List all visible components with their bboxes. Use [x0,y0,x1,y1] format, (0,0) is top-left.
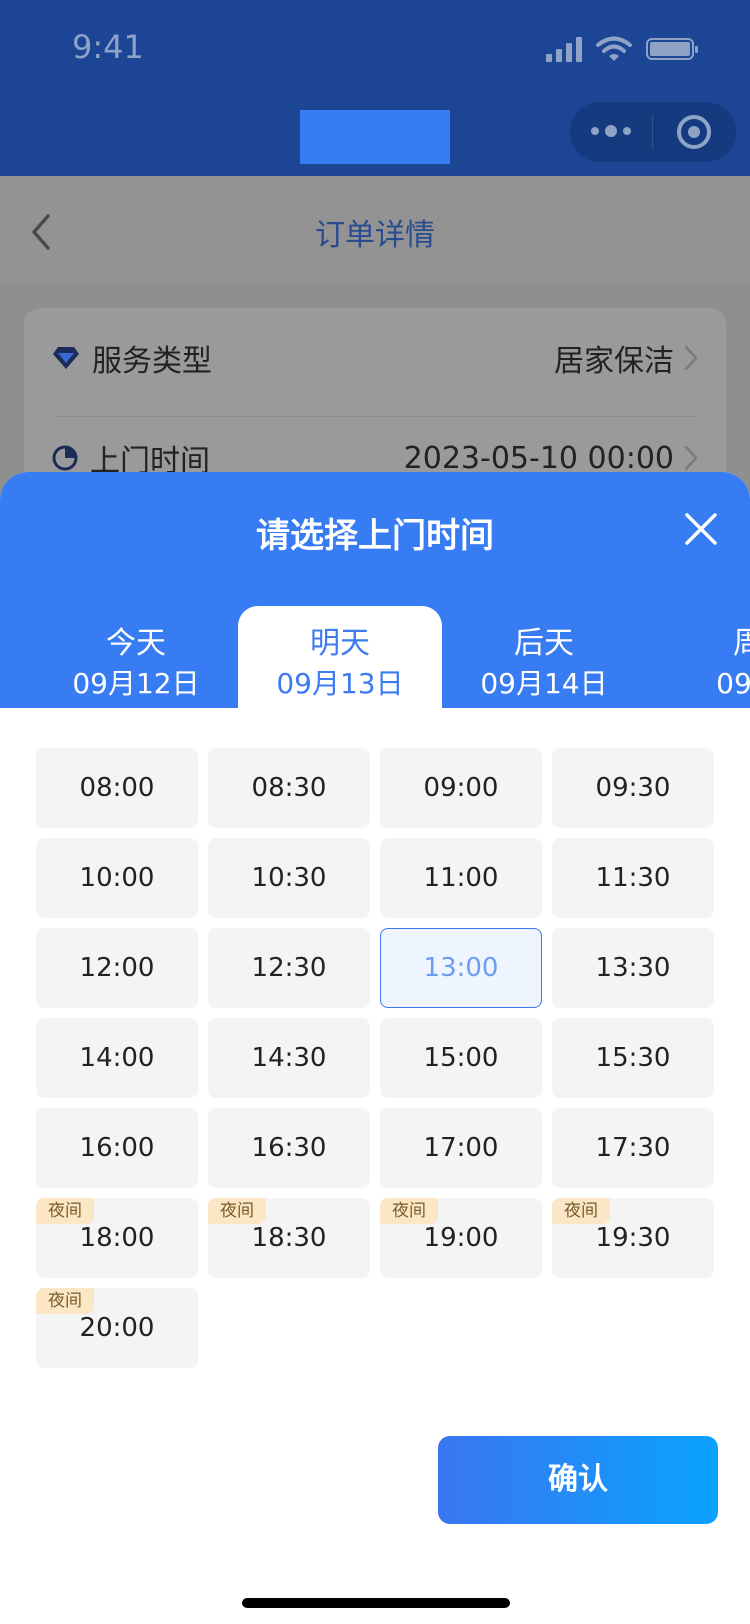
time-slot-label: 19:30 [595,1223,671,1253]
time-slot-label: 13:30 [595,953,671,983]
sheet-header: 请选择上门时间 今天 09月12日 明天 09月13日 后天 09月14日 周 … [0,472,750,708]
clock-icon [52,445,78,471]
time-slot[interactable]: 16:30 [208,1108,370,1188]
time-slot-label: 18:30 [251,1223,327,1253]
diamond-icon [53,347,79,369]
battery-icon [646,38,698,60]
night-tag: 夜间 [380,1198,438,1224]
tab-weekday[interactable]: 周 09月 [646,606,750,708]
tab-day-name: 明天 [310,626,370,661]
time-slot[interactable]: 12:00 [36,928,198,1008]
day-tabs: 今天 09月12日 明天 09月13日 后天 09月14日 周 09月 [0,606,750,708]
status-bar: 9:41 [0,0,750,176]
time-picker-sheet: 请选择上门时间 今天 09月12日 明天 09月13日 后天 09月14日 周 … [0,472,750,1624]
time-slot[interactable]: 10:00 [36,838,198,918]
time-slot[interactable]: 19:30 夜间 [552,1198,714,1278]
time-slot-label: 17:30 [595,1133,671,1163]
close-icon[interactable] [684,512,718,546]
signal-icon [546,36,582,62]
time-slot-label: 12:30 [251,953,327,983]
time-slot[interactable]: 17:30 [552,1108,714,1188]
time-slot[interactable]: 18:00 夜间 [36,1198,198,1278]
time-slot[interactable]: 15:30 [552,1018,714,1098]
time-slot[interactable]: 09:00 [380,748,542,828]
night-tag: 夜间 [208,1198,266,1224]
tab-today[interactable]: 今天 09月12日 [34,606,238,708]
time-slot-label: 09:00 [423,773,499,803]
service-type-label: 服务类型 [92,344,212,379]
mini-program-capsule[interactable] [570,102,736,162]
tab-day-name: 周 [733,626,750,661]
time-slot[interactable]: 13:30 [552,928,714,1008]
time-slot-label: 18:00 [79,1223,155,1253]
sheet-title: 请选择上门时间 [256,516,494,556]
time-slot-label: 20:00 [79,1313,155,1343]
time-slot[interactable]: 14:00 [36,1018,198,1098]
tab-day-date: 09月14日 [480,667,608,700]
time-slot[interactable]: 08:30 [208,748,370,828]
target-icon [677,115,711,149]
wifi-icon [596,36,632,61]
navbar: 订单详情 [0,176,750,284]
night-tag: 夜间 [552,1198,610,1224]
service-type-value: 居家保洁 [554,344,674,379]
tab-day-date: 09月13日 [276,667,404,700]
visit-time-value: 2023-05-10 00:00 [403,440,674,476]
time-slot[interactable]: 20:00 夜间 [36,1288,198,1368]
time-slot[interactable]: 12:30 [208,928,370,1008]
time-slot[interactable]: 18:30 夜间 [208,1198,370,1278]
time-slot-label: 10:30 [251,863,327,893]
time-slot[interactable]: 11:30 [552,838,714,918]
time-slot-label: 19:00 [423,1223,499,1253]
status-time: 9:41 [72,28,144,66]
time-slot[interactable]: 08:00 [36,748,198,828]
time-slot[interactable]: 17:00 [380,1108,542,1188]
service-type-row[interactable]: 服务类型 居家保洁 [52,308,698,408]
time-slot-label: 10:00 [79,863,155,893]
time-slot-label: 13:00 [423,953,499,983]
time-slot-label: 11:00 [423,863,499,893]
time-slot-label: 12:00 [79,953,155,983]
home-indicator [242,1598,510,1608]
time-slot[interactable]: 13:00 [380,928,542,1008]
time-slot[interactable]: 14:30 [208,1018,370,1098]
status-icons [546,36,698,62]
time-slot-label: 14:00 [79,1043,155,1073]
app-title-block [300,110,450,164]
tab-day-name: 今天 [106,626,166,661]
chevron-right-icon [684,445,698,471]
tab-day-date: 09月 [716,667,750,700]
time-slot[interactable]: 15:00 [380,1018,542,1098]
time-slot-label: 08:30 [251,773,327,803]
tab-day-name: 后天 [514,626,574,661]
more-icon[interactable] [570,125,652,137]
chevron-right-icon [684,345,698,371]
night-tag: 夜间 [36,1288,94,1314]
tab-tomorrow[interactable]: 明天 09月13日 [238,606,442,708]
time-slot-label: 08:00 [79,773,155,803]
night-tag: 夜间 [36,1198,94,1224]
time-slot[interactable]: 10:30 [208,838,370,918]
time-slot[interactable]: 19:00 夜间 [380,1198,542,1278]
time-slot-label: 17:00 [423,1133,499,1163]
time-slot[interactable]: 11:00 [380,838,542,918]
time-slot-label: 16:30 [251,1133,327,1163]
confirm-button[interactable]: 确认 [438,1436,718,1524]
tab-day-after[interactable]: 后天 09月14日 [442,606,646,708]
time-slot-label: 14:30 [251,1043,327,1073]
tab-day-date: 09月12日 [72,667,200,700]
time-slot-label: 11:30 [595,863,671,893]
time-slot-label: 15:00 [423,1043,499,1073]
page-title: 订单详情 [315,218,435,253]
time-slot-label: 09:30 [595,773,671,803]
capsule-close-button[interactable] [653,115,735,149]
time-slot[interactable]: 16:00 [36,1108,198,1188]
time-slot-label: 16:00 [79,1133,155,1163]
time-slot-label: 15:30 [595,1043,671,1073]
card-divider [56,416,694,417]
time-slot[interactable]: 09:30 [552,748,714,828]
